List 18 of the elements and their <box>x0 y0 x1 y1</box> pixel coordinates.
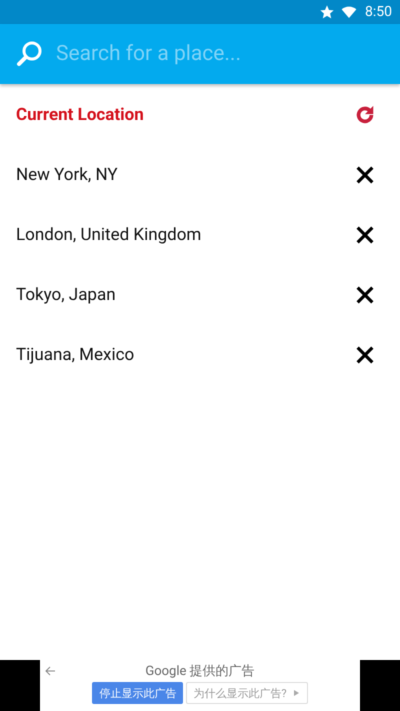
close-icon[interactable] <box>354 344 376 366</box>
search-field[interactable]: Search for a place... <box>56 39 384 69</box>
location-name[interactable]: New York, NY <box>16 165 118 185</box>
location-name[interactable]: Tijuana, Mexico <box>16 345 134 365</box>
refresh-icon[interactable] <box>354 104 376 126</box>
clock-time: 8:50 <box>365 4 392 20</box>
close-icon[interactable] <box>354 164 376 186</box>
wifi-icon <box>341 4 357 20</box>
close-icon[interactable] <box>354 284 376 306</box>
back-arrow-icon[interactable] <box>44 665 56 677</box>
ad-title: Google 提供的广告 <box>145 663 255 680</box>
star-icon <box>319 4 335 20</box>
search-icon[interactable] <box>16 40 44 68</box>
stop-ad-button[interactable]: 停止显示此广告 <box>92 682 184 704</box>
current-location-label[interactable]: Current Location <box>16 105 144 125</box>
location-name[interactable]: Tokyo, Japan <box>16 285 116 305</box>
location-name[interactable]: London, United Kingdom <box>16 225 202 245</box>
close-icon[interactable] <box>354 224 376 246</box>
